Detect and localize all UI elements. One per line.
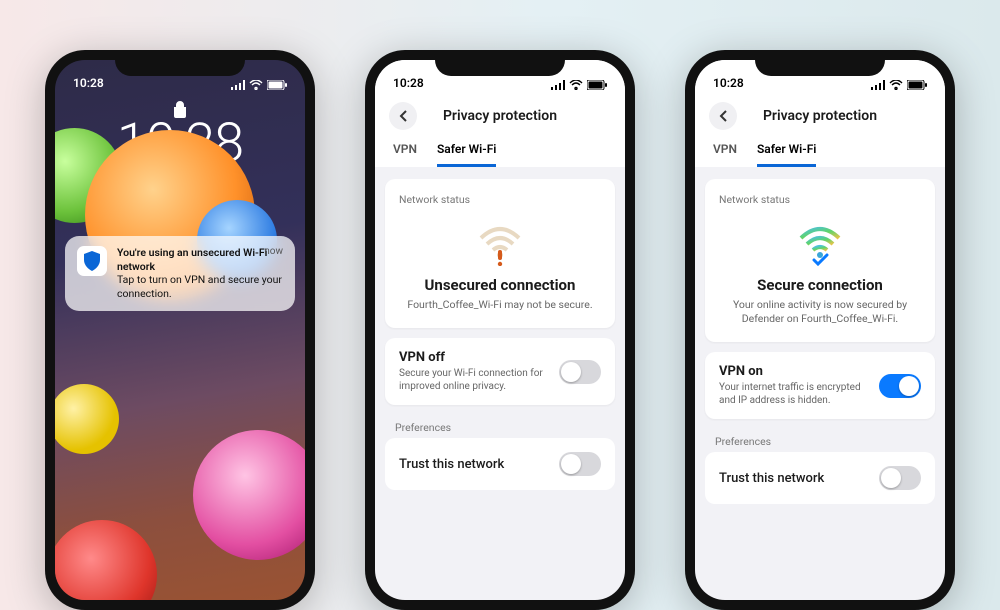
phone-app-unsecured: 10:28 Privacy protection VPN Safer Wi-Fi… <box>365 50 635 610</box>
notification-body: Tap to turn on VPN and secure your conne… <box>117 273 283 300</box>
signal-icon <box>231 80 245 90</box>
connection-subtitle: Fourth_Coffee_Wi-Fi may not be secure. <box>399 298 601 312</box>
status-time: 10:28 <box>73 76 104 90</box>
network-status-card: Network status Unsecured connection Four… <box>385 179 615 328</box>
card-label: Network status <box>719 193 921 206</box>
vpn-toggle-row[interactable]: VPN off Secure your Wi-Fi connection for… <box>385 338 615 405</box>
notification-title: You're using an unsecured Wi-Fi network <box>117 246 283 273</box>
phone-notch <box>755 50 885 76</box>
status-time: 10:28 <box>713 76 744 90</box>
phone-notch <box>435 50 565 76</box>
trust-toggle[interactable] <box>879 466 921 490</box>
trust-network-label: Trust this network <box>719 471 824 486</box>
tab-safer-wifi[interactable]: Safer Wi-Fi <box>437 142 496 167</box>
vpn-title: VPN off <box>399 350 547 365</box>
tabs: VPN Safer Wi-Fi <box>389 134 611 167</box>
shield-icon <box>83 251 101 271</box>
page-title: Privacy protection <box>709 108 931 124</box>
wifi-icon <box>889 80 903 90</box>
signal-icon <box>871 80 885 90</box>
vpn-toggle[interactable] <box>879 374 921 398</box>
battery-icon <box>587 80 607 90</box>
preferences-label: Preferences <box>715 435 925 448</box>
app-header: Privacy protection VPN Safer Wi-Fi <box>375 94 625 167</box>
battery-icon <box>267 80 287 90</box>
status-icons <box>871 80 927 90</box>
notification-card[interactable]: You're using an unsecured Wi-Fi network … <box>65 236 295 311</box>
notification-time: now <box>264 246 283 257</box>
wallpaper-blob <box>55 384 119 454</box>
phone-notch <box>115 50 245 76</box>
wifi-warning-icon <box>399 224 601 266</box>
wallpaper-blob <box>193 430 305 560</box>
phone-lockscreen: 10:28 10:28 Friday, September 17 You're … <box>45 50 315 610</box>
tab-safer-wifi[interactable]: Safer Wi-Fi <box>757 142 816 167</box>
wifi-icon <box>249 80 263 90</box>
network-status-card: Network status Secure connection Your <box>705 179 935 342</box>
trust-toggle[interactable] <box>559 452 601 476</box>
phone-app-secure: 10:28 Privacy protection VPN Safer Wi-Fi… <box>685 50 955 610</box>
preferences-label: Preferences <box>395 421 605 434</box>
signal-icon <box>551 80 565 90</box>
status-icons <box>551 80 607 90</box>
app-screen: 10:28 Privacy protection VPN Safer Wi-Fi… <box>375 60 625 600</box>
app-header: Privacy protection VPN Safer Wi-Fi <box>695 94 945 167</box>
wallpaper-blob <box>55 520 157 600</box>
app-screen: 10:28 Privacy protection VPN Safer Wi-Fi… <box>695 60 945 600</box>
trust-network-label: Trust this network <box>399 457 504 472</box>
vpn-title: VPN on <box>719 364 867 379</box>
connection-title: Unsecured connection <box>399 276 601 294</box>
tabs: VPN Safer Wi-Fi <box>709 134 931 167</box>
vpn-subtitle: Your internet traffic is encrypted and I… <box>719 381 867 407</box>
status-icons <box>231 80 287 90</box>
page-title: Privacy protection <box>389 108 611 124</box>
card-label: Network status <box>399 193 601 206</box>
connection-title: Secure connection <box>719 276 921 294</box>
status-time: 10:28 <box>393 76 424 90</box>
vpn-toggle-row[interactable]: VPN on Your internet traffic is encrypte… <box>705 352 935 419</box>
connection-subtitle: Your online activity is now secured by D… <box>719 298 921 326</box>
trust-network-row[interactable]: Trust this network <box>705 452 935 504</box>
tab-vpn[interactable]: VPN <box>393 142 417 167</box>
tab-vpn[interactable]: VPN <box>713 142 737 167</box>
vpn-subtitle: Secure your Wi-Fi connection for improve… <box>399 367 547 393</box>
battery-icon <box>907 80 927 90</box>
wifi-secure-icon <box>719 224 921 266</box>
app-icon-defender <box>77 246 107 276</box>
lock-screen[interactable]: 10:28 10:28 Friday, September 17 You're … <box>55 60 305 600</box>
wifi-icon <box>569 80 583 90</box>
trust-network-row[interactable]: Trust this network <box>385 438 615 490</box>
vpn-toggle[interactable] <box>559 360 601 384</box>
